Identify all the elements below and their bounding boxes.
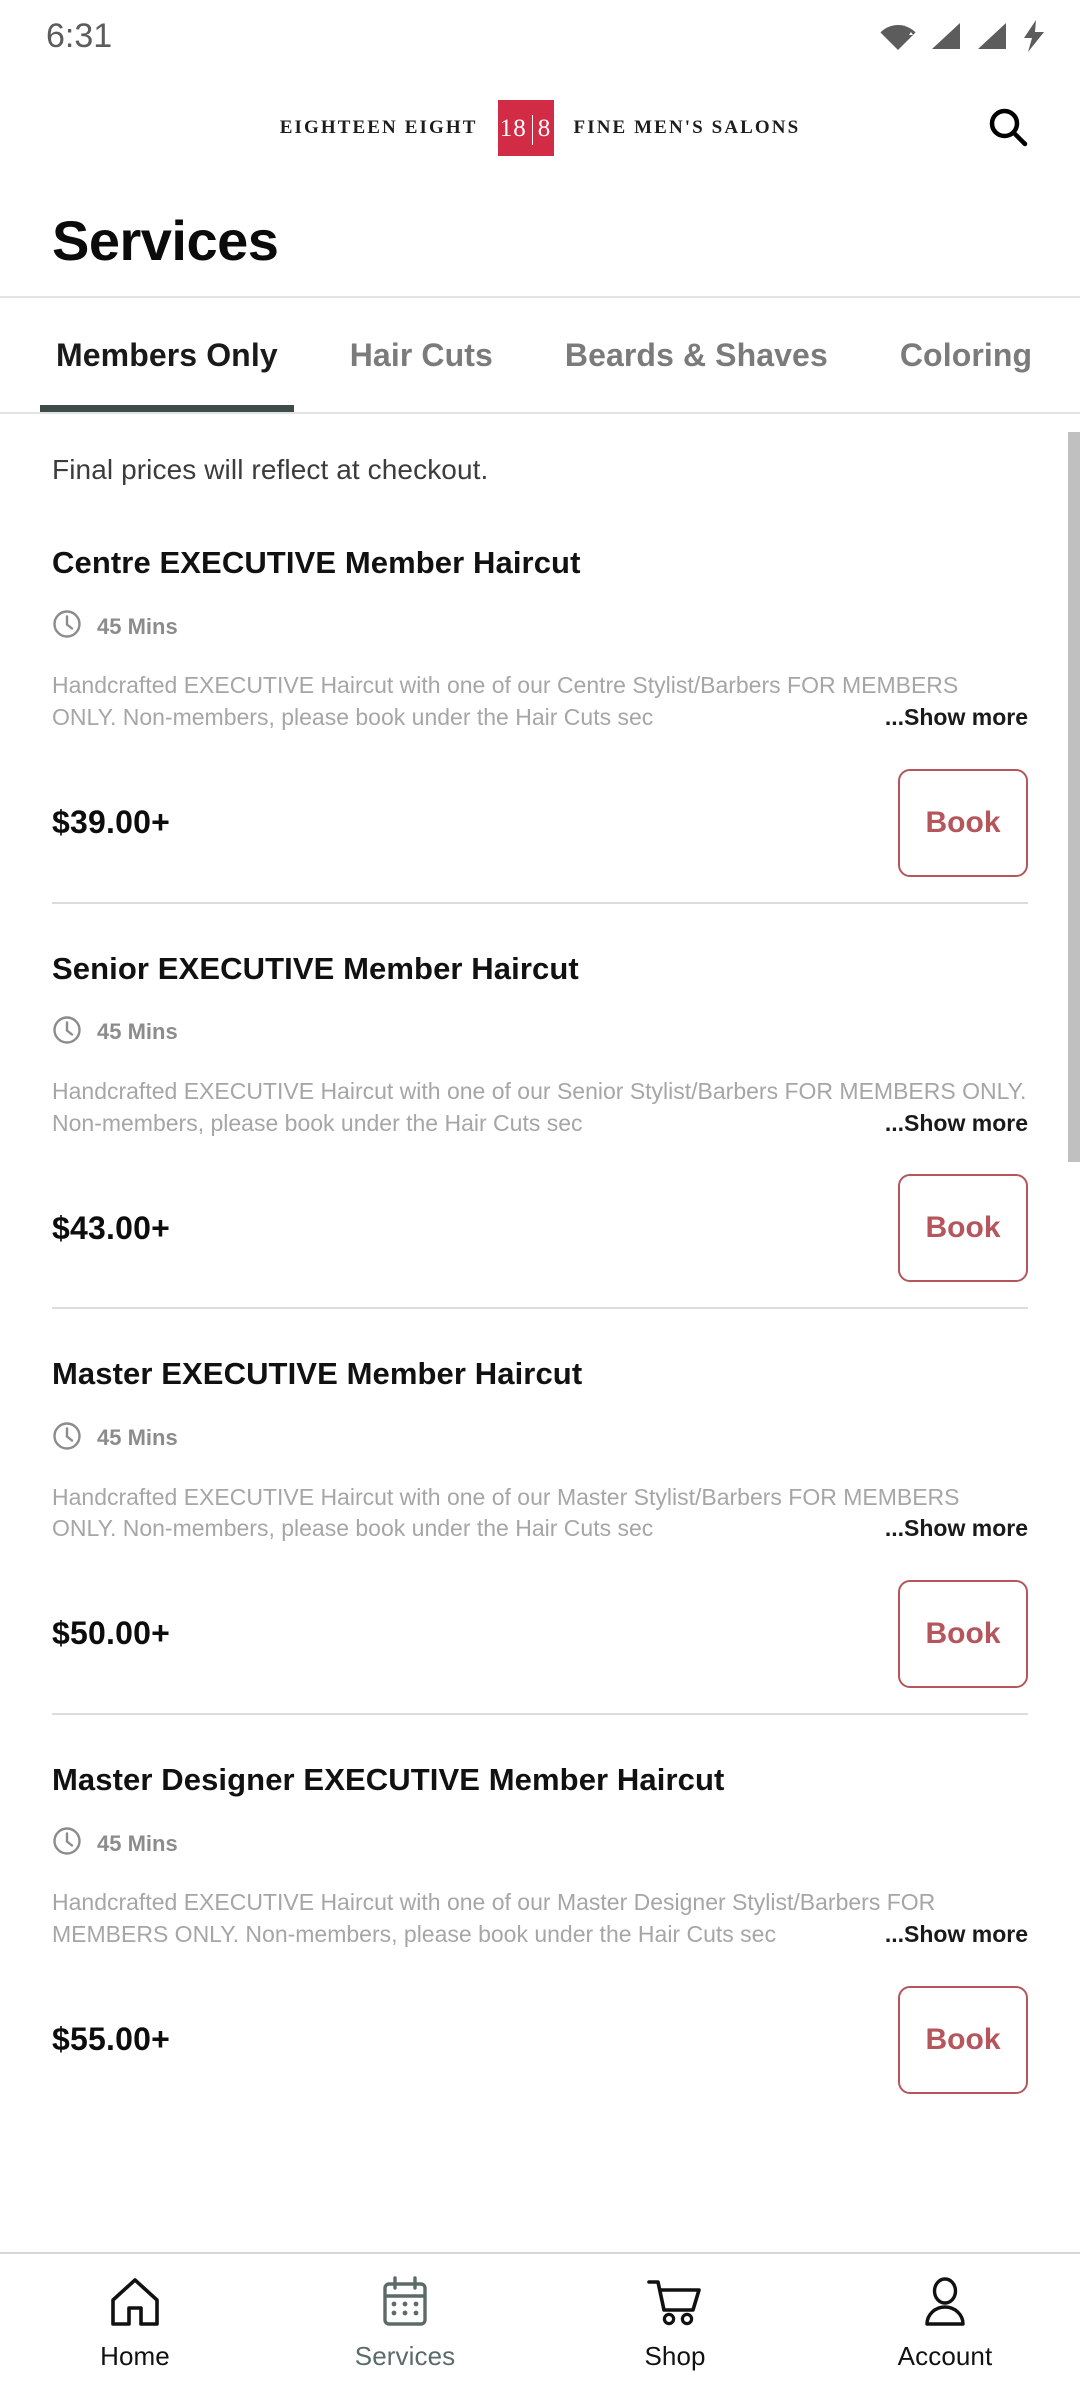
app-root: 6:31 EIGHTEEN EIGHT 18 8 FINE MEN'S SALO… — [0, 0, 1080, 2400]
nav-label: Services — [354, 2341, 456, 2371]
show-more-link[interactable]: ...Show more — [882, 701, 1028, 734]
clock-icon — [52, 1421, 82, 1456]
signal-icon — [976, 21, 1008, 51]
service-duration: 45 Mins — [52, 609, 1028, 644]
ellipsis: ... — [884, 703, 905, 730]
brand-logo: EIGHTEEN EIGHT 18 8 FINE MEN'S SALONS — [280, 100, 801, 156]
search-button[interactable] — [972, 92, 1044, 164]
service-title: Master EXECUTIVE Member Haircut — [52, 1356, 583, 1392]
tab-label: Hair Cuts — [349, 336, 493, 373]
service-footer: $43.00+ Book — [52, 1169, 1028, 1287]
clock-icon — [52, 1015, 82, 1050]
service-duration-label: 45 Mins — [97, 1425, 178, 1450]
clock-icon — [52, 609, 82, 644]
service-price: $55.00+ — [52, 2021, 170, 2058]
checkout-price-notice: Final prices will reflect at checkout. — [52, 454, 489, 485]
service-title: Senior EXECUTIVE Member Haircut — [52, 950, 579, 986]
service-duration-label: 45 Mins — [97, 613, 178, 639]
tab-coloring[interactable]: Coloring — [864, 298, 1068, 412]
service-description: Handcrafted EXECUTIVE Haircut with one o… — [52, 1482, 1028, 1545]
brand-mark-left: 18 — [499, 114, 527, 142]
status-bar-icons — [880, 20, 1046, 52]
show-more-link[interactable]: ...Show more — [882, 1107, 1028, 1140]
page-title: Services — [52, 208, 279, 272]
tab-beards-and-shaves[interactable]: Beards & Shaves — [529, 298, 864, 412]
signal-icon — [930, 21, 962, 51]
book-button[interactable]: Book — [898, 1985, 1028, 2094]
nav-item-account[interactable]: Account — [810, 2276, 1080, 2372]
page-title-container: Services — [0, 184, 1080, 296]
search-icon — [986, 105, 1030, 152]
service-card[interactable]: Master EXECUTIVE Member Haircut 45 Mins … — [52, 1307, 1028, 1713]
service-duration-label: 45 Mins — [97, 1019, 178, 1045]
nav-item-shop[interactable]: Shop — [540, 2276, 810, 2372]
scrollbar-thumb[interactable] — [1068, 432, 1080, 1162]
brand-mark-divider — [531, 115, 533, 145]
nav-label: Account — [897, 2341, 993, 2371]
calendar-icon — [379, 2276, 431, 2331]
tab-members-only[interactable]: Members Only — [20, 298, 314, 412]
brand-mark-icon: 18 8 — [497, 100, 554, 156]
clock-icon — [52, 1826, 82, 1861]
service-card[interactable]: Centre EXECUTIVE Member Haircut 45 Mins … — [52, 498, 1028, 902]
service-card[interactable]: Senior EXECUTIVE Member Haircut 45 Mins … — [52, 901, 1028, 1308]
service-description-text: Handcrafted EXECUTIVE Haircut with one o… — [52, 1483, 960, 1542]
service-title: Centre EXECUTIVE Member Haircut — [52, 545, 581, 580]
brand-mark-right: 8 — [537, 114, 552, 142]
service-price: $39.00+ — [52, 804, 170, 841]
service-duration-label: 45 Mins — [97, 1830, 178, 1856]
tab-label: Members Only — [56, 336, 278, 373]
ellipsis: ... — [884, 1515, 905, 1542]
service-footer: $50.00+ Book — [52, 1575, 1028, 1693]
category-tabs[interactable]: Members Only Hair Cuts Beards & Shaves C… — [0, 296, 1080, 414]
home-icon — [107, 2276, 163, 2331]
show-more-label: Show more — [904, 1109, 1028, 1136]
status-bar-clock: 6:31 — [46, 16, 113, 55]
wifi-icon — [880, 21, 916, 51]
nav-item-home[interactable]: Home — [0, 2276, 270, 2372]
service-price: $43.00+ — [52, 1209, 170, 1246]
show-more-label: Show more — [904, 1515, 1028, 1542]
battery-charging-icon — [1022, 20, 1046, 52]
service-description-text: Handcrafted EXECUTIVE Haircut with one o… — [52, 1889, 936, 1947]
ellipsis: ... — [884, 1109, 905, 1136]
status-bar: 6:31 — [0, 0, 1080, 72]
nav-label: Home — [100, 2341, 170, 2371]
brand-right-text: FINE MEN'S SALONS — [573, 117, 801, 138]
service-footer: $39.00+ Book — [52, 764, 1028, 882]
tab-hair-cuts[interactable]: Hair Cuts — [314, 298, 529, 412]
book-button[interactable]: Book — [898, 1579, 1028, 1688]
book-button[interactable]: Book — [898, 768, 1028, 877]
service-card[interactable]: Master Designer EXECUTIVE Member Haircut… — [52, 1712, 1028, 2119]
book-button[interactable]: Book — [898, 1174, 1028, 1283]
tab-label: Beards & Shaves — [564, 336, 828, 373]
ellipsis: ... — [884, 1920, 905, 1947]
brand-left-text: EIGHTEEN EIGHT — [279, 117, 478, 138]
app-header: EIGHTEEN EIGHT 18 8 FINE MEN'S SALONS — [0, 72, 1080, 184]
show-more-label: Show more — [904, 703, 1028, 730]
show-more-link[interactable]: ...Show more — [882, 1918, 1028, 1951]
bottom-navigation: Home Services Shop Account — [0, 2252, 1080, 2400]
service-description-text: Handcrafted EXECUTIVE Haircut with one o… — [52, 1077, 1027, 1136]
service-price: $50.00+ — [52, 1615, 170, 1652]
tab-label: Coloring — [899, 336, 1033, 373]
service-description-text: Handcrafted EXECUTIVE Haircut with one o… — [52, 672, 959, 730]
service-footer: $55.00+ Book — [52, 1981, 1028, 2099]
nav-item-services[interactable]: Services — [270, 2276, 540, 2372]
services-scroll-area[interactable]: Final prices will reflect at checkout. C… — [0, 414, 1080, 2252]
service-description: Handcrafted EXECUTIVE Haircut with one o… — [52, 670, 1028, 734]
person-icon — [919, 2276, 971, 2331]
service-duration: 45 Mins — [52, 1826, 1028, 1861]
show-more-link[interactable]: ...Show more — [882, 1513, 1028, 1545]
cart-icon — [645, 2276, 705, 2331]
service-description: Handcrafted EXECUTIVE Haircut with one o… — [52, 1076, 1028, 1140]
service-duration: 45 Mins — [52, 1015, 1028, 1050]
show-more-label: Show more — [904, 1920, 1028, 1947]
service-title: Master Designer EXECUTIVE Member Haircut — [52, 1761, 725, 1797]
nav-label: Shop — [644, 2341, 706, 2371]
service-description: Handcrafted EXECUTIVE Haircut with one o… — [52, 1887, 1028, 1951]
service-duration: 45 Mins — [52, 1421, 1028, 1456]
